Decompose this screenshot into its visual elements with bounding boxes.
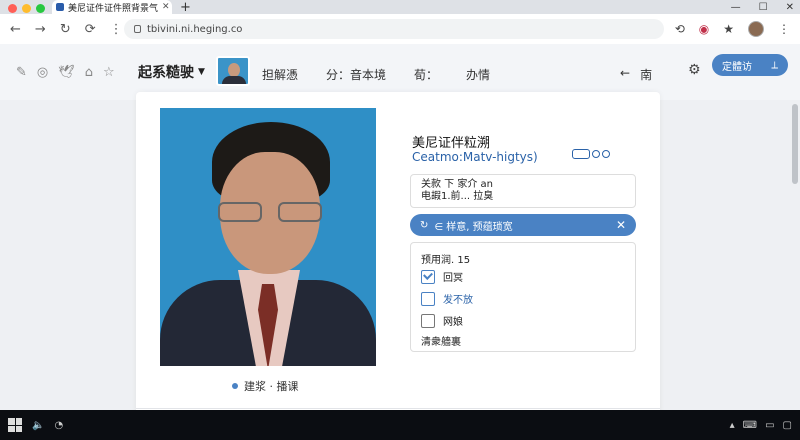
nav-item[interactable]: 荀： — [414, 66, 438, 83]
home-icon[interactable]: ⌂ — [85, 65, 93, 80]
extension-icon[interactable]: ⟲ — [675, 22, 685, 36]
main-nav: 担解憑 分：音本境 荀： 办情 — [262, 66, 490, 83]
refresh-icon: ↻ — [420, 219, 429, 231]
tab-favicon-icon — [56, 3, 64, 11]
arrow-left-icon: ← — [620, 66, 631, 80]
record-icon[interactable]: ◉ — [699, 22, 709, 36]
os-window-buttons: — ☐ ✕ — [731, 2, 794, 13]
panel-footer[interactable]: 清衆艢裏 — [421, 333, 461, 348]
keyboard-icon[interactable]: ⌨ — [743, 420, 757, 431]
os-taskbar: 🔈 ◔ ▴ ⌨ ▭ ▢ — [0, 410, 800, 440]
option-label: 回冥 — [443, 273, 463, 284]
option-row[interactable]: 发不放 — [421, 291, 473, 306]
alert-banner: ↻ ∈ 样意, 预蕴琐宽 ✕ — [410, 214, 636, 236]
browser-toolbar: ← → ↻ ⟳ ⋮ tbivini.ni.heging.co ⟲ ◉ ★ ⋮ — [0, 14, 800, 44]
panel-heading: 预用润. 15 — [421, 255, 471, 266]
browser-extensions: ⟲ ◉ ★ ⋮ — [675, 21, 800, 37]
cta-label: 定體访 — [722, 61, 752, 73]
minimize-window-icon[interactable] — [22, 4, 31, 13]
pen-icon[interactable]: ✎ — [16, 65, 27, 80]
lock-icon — [134, 25, 141, 33]
alert-text: ∈ 样意, 预蕴琐宽 — [434, 221, 513, 233]
option-row[interactable]: 回冥 — [421, 269, 463, 284]
photo-thumbnail[interactable] — [216, 56, 250, 86]
restore-icon[interactable]: ☐ — [759, 2, 768, 13]
header-left-icons: ✎ ◎ 🕊 ⌂ ☆ — [0, 65, 115, 80]
tab-title: 美尼证件证件照背景气 — [68, 3, 159, 14]
refresh-alt-icon[interactable]: ⟳ — [85, 22, 96, 37]
profile-avatar[interactable] — [748, 21, 764, 37]
minimize-icon[interactable]: — — [731, 2, 741, 13]
info-line: 关款 下 家介 an — [421, 179, 494, 190]
photo-glasses — [218, 202, 322, 224]
info-box: 关款 下 家介 an 电嘏1.前... 拉臭 — [410, 174, 636, 208]
info-line: 电嘏1.前... 拉臭 — [421, 191, 494, 202]
close-icon[interactable]: ✕ — [616, 218, 626, 232]
close-icon[interactable]: ✕ — [786, 2, 794, 13]
nav-item[interactable]: 分：音本境 — [326, 66, 386, 83]
battery-icon[interactable]: ▭ — [765, 420, 774, 431]
options-panel: 预用润. 15 回冥 发不放 网娘 清衆艢裏 — [410, 242, 636, 352]
browser-tab[interactable]: 美尼证件证件照背景气 ✕ — [52, 0, 172, 14]
nav-buttons: ← → ↻ ⟳ ⋮ — [0, 22, 124, 37]
gear-icon[interactable]: ⚙ — [688, 62, 701, 78]
back-icon[interactable]: ← — [10, 22, 21, 37]
nav-item[interactable]: 办情 — [466, 66, 490, 83]
back-label: 南 — [640, 68, 653, 82]
link-chain-icon[interactable] — [572, 149, 610, 159]
reload-icon[interactable]: ↻ — [60, 22, 71, 37]
brand-selector[interactable]: 起系糙驶 ▼ — [138, 62, 205, 82]
compass-icon[interactable]: ◎ — [37, 65, 48, 80]
forward-icon[interactable]: → — [35, 22, 46, 37]
tray-icon[interactable]: ▴ — [730, 420, 735, 431]
checkbox[interactable] — [421, 291, 435, 306]
page-viewport: ✎ ◎ 🕊 ⌂ ☆ 起系糙驶 ▼ 担解憑 分：音本境 荀： 办情 ← 南 ⚙ 定… — [0, 44, 800, 410]
url-text: tbivini.ni.heging.co — [147, 23, 243, 35]
option-label: 网娘 — [443, 317, 463, 328]
id-photo — [160, 108, 376, 366]
caption-text: 建浆 · 播课 — [244, 380, 299, 393]
window-controls — [8, 4, 45, 13]
speaker-icon[interactable]: 🔈 — [32, 420, 44, 431]
network-icon[interactable]: ◔ — [54, 420, 63, 431]
close-window-icon[interactable] — [8, 4, 17, 13]
option-row[interactable]: 网娘 — [421, 313, 463, 328]
scrollbar[interactable] — [792, 104, 798, 184]
browser-menu-icon[interactable]: ⋮ — [778, 22, 790, 36]
nav-item[interactable]: 担解憑 — [262, 66, 298, 83]
back-link[interactable]: ← 南 — [620, 66, 652, 83]
maximize-window-icon[interactable] — [36, 4, 45, 13]
bird-icon[interactable]: 🕊 — [58, 65, 75, 80]
menu-dots-icon[interactable]: ⋮ — [110, 22, 123, 37]
favorite-icon[interactable]: ☆ — [103, 65, 115, 80]
photo-caption[interactable]: 建浆 · 播课 — [232, 378, 299, 394]
chevron-down-icon: ▼ — [198, 67, 205, 77]
option-label: 发不放 — [443, 295, 473, 306]
notification-icon[interactable]: ▢ — [783, 420, 792, 431]
cta-arrow-icon: ⟂ — [771, 59, 778, 71]
address-bar[interactable]: tbivini.ni.heging.co — [124, 19, 664, 39]
bookmark-star-icon[interactable]: ★ — [723, 22, 734, 36]
checkbox[interactable] — [421, 269, 435, 284]
tab-close-icon[interactable]: ✕ — [162, 2, 170, 12]
page-title: 美尼证伴粒溯 — [412, 136, 491, 151]
start-icon[interactable] — [8, 418, 22, 432]
system-tray: ▴ ⌨ ▭ ▢ — [730, 420, 792, 431]
bullet-icon — [232, 383, 238, 389]
new-tab-icon[interactable]: + — [180, 0, 191, 15]
primary-cta-button[interactable]: 定體访 ⟂ — [712, 54, 788, 76]
brand-label: 起系糙驶 — [138, 65, 194, 81]
checkbox[interactable] — [421, 313, 435, 328]
page-subtitle: Ceatmo:Matv-higtys) — [412, 150, 538, 164]
browser-chrome: 美尼证件证件照背景气 ✕ + — ☐ ✕ ← → ↻ ⟳ ⋮ tbivini.n… — [0, 0, 800, 44]
